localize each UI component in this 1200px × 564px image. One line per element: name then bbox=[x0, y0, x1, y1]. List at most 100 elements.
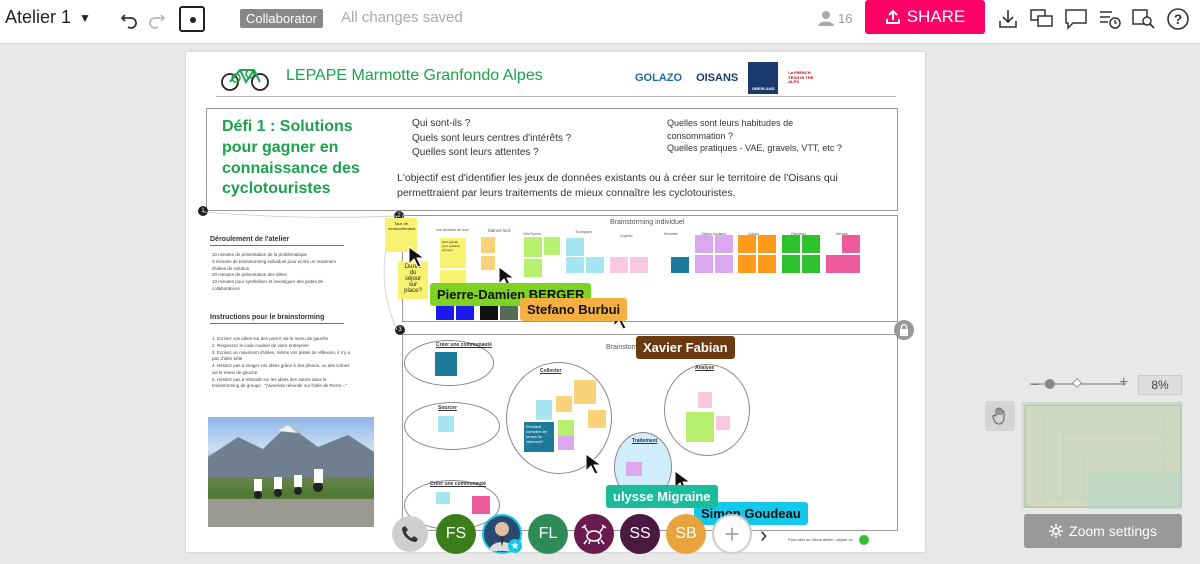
zoom-settings-label: Zoom settings bbox=[1069, 523, 1157, 539]
sticky-note[interactable] bbox=[610, 257, 628, 273]
redo-button[interactable] bbox=[143, 6, 171, 34]
search-button[interactable] bbox=[1130, 5, 1158, 33]
next-workshop-button[interactable] bbox=[859, 535, 869, 545]
sticky-note[interactable] bbox=[758, 255, 776, 273]
participants-counter[interactable]: 16 bbox=[817, 9, 852, 27]
sticky-note[interactable] bbox=[556, 396, 572, 412]
sticky-note[interactable] bbox=[586, 257, 604, 273]
sticky-note[interactable] bbox=[588, 410, 606, 428]
column-label: Les données de tous bbox=[436, 228, 469, 232]
sticky-note[interactable] bbox=[671, 257, 689, 273]
participant-count: 16 bbox=[838, 10, 853, 26]
zoom-slider[interactable] bbox=[1030, 377, 1126, 391]
sticky-note[interactable] bbox=[715, 255, 733, 273]
challenge-box[interactable]: Défi 1 : Solutions pour gagner en connai… bbox=[206, 108, 898, 211]
sticky-note[interactable] bbox=[738, 255, 756, 273]
avatar[interactable]: SS bbox=[620, 514, 660, 554]
ellipse-analysis[interactable] bbox=[664, 364, 750, 456]
gear-icon bbox=[1049, 524, 1064, 538]
sticky-note[interactable] bbox=[456, 304, 474, 320]
cursor-label: Xavier Fabian bbox=[636, 336, 735, 359]
sticky-note[interactable] bbox=[524, 259, 542, 277]
sticky-note[interactable] bbox=[802, 255, 820, 273]
zoom-percent[interactable]: 8% bbox=[1138, 375, 1182, 395]
avatar[interactable]: SB bbox=[666, 514, 706, 554]
star-badge-icon: ★ bbox=[508, 539, 522, 553]
instruction-line: 3. Ecrivez un maximum d'idées, même vos … bbox=[212, 349, 351, 362]
more-participants-button[interactable]: › bbox=[760, 522, 780, 547]
sticky-note[interactable]: Pendant combien de temps ils viennent? bbox=[524, 422, 554, 452]
header-divider bbox=[216, 96, 896, 97]
sticky-note[interactable] bbox=[695, 255, 713, 273]
board-title-menu[interactable]: Atelier 1 ▼ bbox=[5, 7, 91, 28]
sticky-note[interactable] bbox=[472, 496, 490, 514]
undo-button[interactable] bbox=[115, 6, 143, 34]
comment-button[interactable] bbox=[1062, 5, 1090, 33]
sticky-note[interactable] bbox=[802, 235, 820, 253]
sticky-note[interactable] bbox=[436, 304, 454, 320]
help-button[interactable]: ? bbox=[1164, 5, 1192, 33]
column-label: Marvel lock bbox=[488, 228, 511, 233]
sticky-note[interactable] bbox=[544, 237, 560, 255]
zoom-in-button[interactable]: + bbox=[1119, 374, 1128, 392]
sticky-note[interactable] bbox=[524, 237, 542, 257]
zoom-out-button[interactable]: − bbox=[1031, 376, 1039, 392]
cyclists-photo[interactable] bbox=[208, 417, 374, 527]
crab-icon bbox=[581, 524, 607, 545]
sticky-note[interactable] bbox=[536, 400, 552, 420]
comment-icon bbox=[1065, 9, 1087, 30]
sticky-note[interactable] bbox=[630, 257, 648, 273]
sticky-note[interactable] bbox=[558, 436, 574, 450]
zoom-slider-handle[interactable] bbox=[1044, 379, 1055, 389]
add-participant-button[interactable]: + bbox=[712, 514, 752, 554]
avatar[interactable]: FS bbox=[436, 514, 476, 554]
sticky-note[interactable] bbox=[566, 257, 584, 273]
instructions-title: Instructions pour le brainstorming bbox=[210, 314, 325, 321]
activity-button[interactable] bbox=[1096, 5, 1124, 33]
sticky-note[interactable] bbox=[481, 256, 495, 270]
sticky-note[interactable] bbox=[698, 392, 712, 408]
sticky-note[interactable] bbox=[500, 304, 518, 320]
sticky-note[interactable] bbox=[566, 238, 584, 256]
avatar-crab[interactable] bbox=[574, 514, 614, 554]
sticky-note[interactable] bbox=[558, 420, 574, 436]
cursor-label: ulysse Migraine bbox=[606, 485, 718, 508]
sticky-note[interactable] bbox=[481, 237, 495, 253]
sticky-note[interactable] bbox=[842, 235, 860, 253]
zoom-settings-button[interactable]: Zoom settings bbox=[1024, 514, 1182, 548]
sticky-note[interactable] bbox=[758, 235, 776, 253]
questions-left: Qui sont-ils ? Quels sont leurs centres … bbox=[412, 117, 571, 161]
sticky-note[interactable] bbox=[715, 235, 733, 253]
sticky-note[interactable] bbox=[738, 235, 756, 253]
bicycle-icon bbox=[221, 69, 269, 91]
sticky-note[interactable] bbox=[626, 462, 642, 476]
search-icon bbox=[1132, 9, 1155, 29]
share-label: SHARE bbox=[906, 7, 966, 26]
sticky-note[interactable] bbox=[574, 380, 596, 404]
avatar[interactable]: FL bbox=[528, 514, 568, 554]
minimap[interactable] bbox=[1022, 402, 1182, 509]
sticky-note[interactable] bbox=[782, 255, 800, 273]
sticky-note[interactable] bbox=[782, 235, 800, 253]
download-button[interactable] bbox=[994, 5, 1022, 33]
board-title: Atelier 1 bbox=[5, 7, 72, 27]
share-button[interactable]: SHARE bbox=[865, 0, 985, 34]
sticky-note[interactable] bbox=[438, 416, 454, 432]
sticky-note[interactable] bbox=[480, 304, 498, 320]
cursor-label: Stefano Burbui bbox=[520, 298, 628, 321]
call-button[interactable] bbox=[392, 516, 428, 552]
pan-tool-button[interactable] bbox=[985, 401, 1015, 431]
sticky-note[interactable] bbox=[716, 416, 730, 430]
sticky-note[interactable] bbox=[436, 492, 450, 504]
header-title: LEPAPE Marmotte Granfondo Alpes bbox=[286, 67, 543, 84]
sticky-note[interactable]: Tarif spécial pour cyclistes groupés bbox=[440, 238, 466, 268]
ellipse-label: Analyse bbox=[695, 365, 715, 371]
sticky-note[interactable] bbox=[686, 412, 714, 442]
sticky-note[interactable] bbox=[435, 352, 457, 376]
chevron-down-icon: ▼ bbox=[79, 10, 91, 25]
sticky-note[interactable] bbox=[842, 255, 860, 273]
ellipse-label: Traitement bbox=[632, 438, 658, 444]
frame-tool-button[interactable] bbox=[179, 6, 205, 32]
chat-button[interactable] bbox=[1028, 5, 1056, 33]
sticky-note[interactable] bbox=[695, 235, 713, 253]
